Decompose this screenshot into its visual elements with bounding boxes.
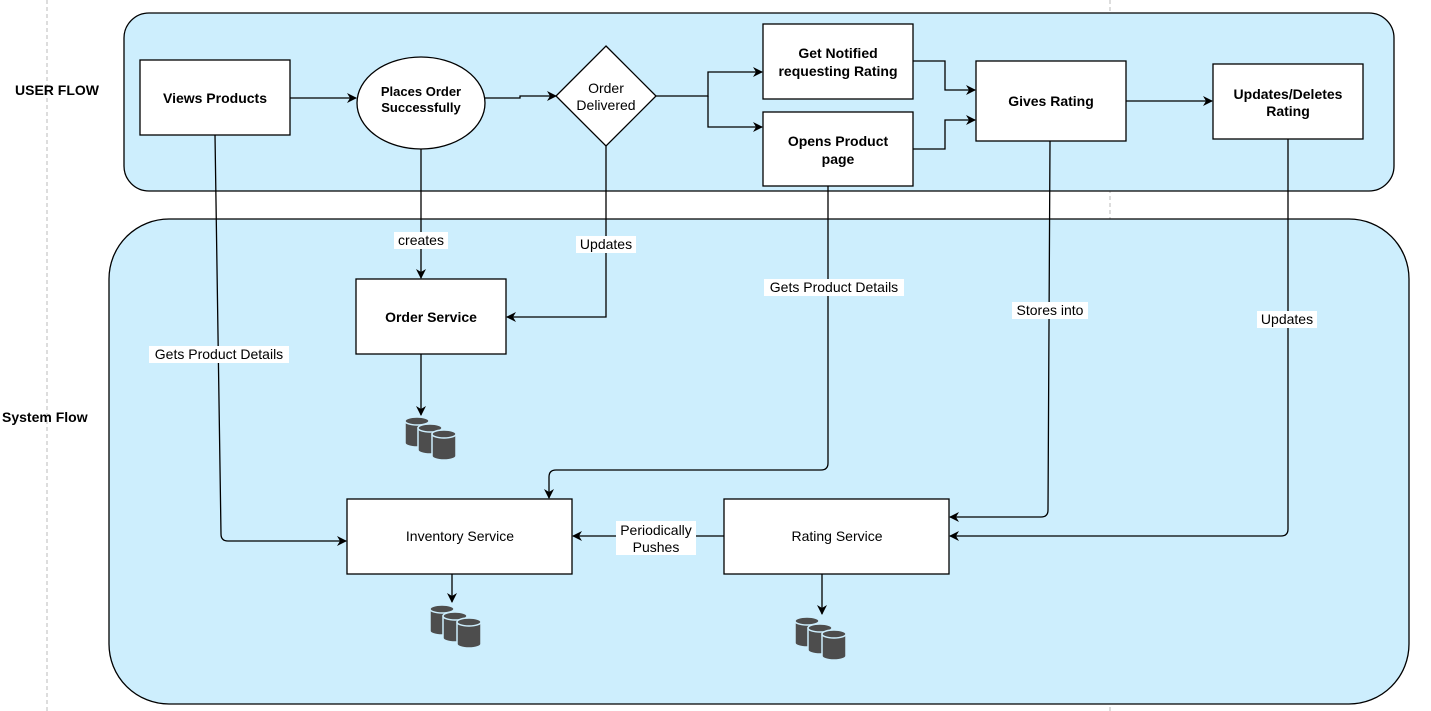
node-updates-deletes-rating[interactable]: Updates/Deletes Rating (1212, 63, 1364, 140)
svg-text:Updates: Updates (580, 236, 632, 252)
svg-text:Rating Service: Rating Service (791, 528, 882, 544)
svg-text:Get Notified: Get Notified (798, 45, 877, 61)
svg-text:Delivered: Delivered (576, 97, 635, 113)
svg-text:Periodically: Periodically (620, 522, 692, 538)
user-flow-label: USER FLOW (15, 82, 100, 98)
svg-text:Order: Order (588, 80, 624, 96)
svg-text:Rating: Rating (1266, 103, 1310, 119)
node-views-products[interactable]: Views Products (139, 59, 291, 136)
svg-text:Pushes: Pushes (633, 539, 680, 555)
svg-text:Updates/Deletes: Updates/Deletes (1234, 86, 1343, 102)
user-flow-lane (123, 12, 1395, 192)
svg-text:Gets Product Details: Gets Product Details (770, 279, 898, 295)
edge-label-updates-rating: Updates (1257, 311, 1317, 328)
svg-text:Successfully: Successfully (381, 100, 461, 115)
node-opens-product-page[interactable]: Opens Product page (762, 111, 914, 187)
svg-text:Stores into: Stores into (1017, 302, 1084, 318)
node-places-order[interactable]: Places Order Successfully (356, 56, 486, 150)
node-order-service[interactable]: Order Service (355, 278, 507, 355)
diagram-canvas: USER FLOW System Flow Views Products Pla… (2, 0, 1410, 711)
svg-text:Inventory Service: Inventory Service (406, 528, 514, 544)
node-rating-service[interactable]: Rating Service (723, 498, 950, 575)
svg-text:Gets Product Details: Gets Product Details (155, 346, 283, 362)
svg-text:page: page (822, 151, 855, 167)
edge-label-gets-product-details: Gets Product Details (149, 346, 289, 363)
svg-text:Views Products: Views Products (163, 90, 267, 106)
edge-label-periodically-pushes: Periodically Pushes (616, 521, 696, 555)
svg-text:Gives Rating: Gives Rating (1008, 93, 1094, 109)
edge-label-creates: creates (394, 232, 448, 249)
edge-label-stores-into: Stores into (1012, 302, 1088, 319)
node-get-notified[interactable]: Get Notified requesting Rating (762, 23, 914, 100)
svg-text:creates: creates (398, 232, 444, 248)
node-inventory-service[interactable]: Inventory Service (346, 498, 573, 575)
svg-text:Places Order: Places Order (381, 84, 461, 99)
node-gives-rating[interactable]: Gives Rating (975, 60, 1127, 142)
svg-text:requesting Rating: requesting Rating (778, 63, 897, 79)
svg-text:Order Service: Order Service (385, 309, 477, 325)
edge-label-updates-order: Updates (576, 236, 636, 253)
system-flow-label: System Flow (2, 409, 88, 425)
system-flow-lane (108, 218, 1410, 705)
svg-text:Updates: Updates (1261, 311, 1313, 327)
edge-label-gets-product-details: Gets Product Details (764, 279, 904, 296)
svg-text:Opens Product: Opens Product (788, 133, 889, 149)
